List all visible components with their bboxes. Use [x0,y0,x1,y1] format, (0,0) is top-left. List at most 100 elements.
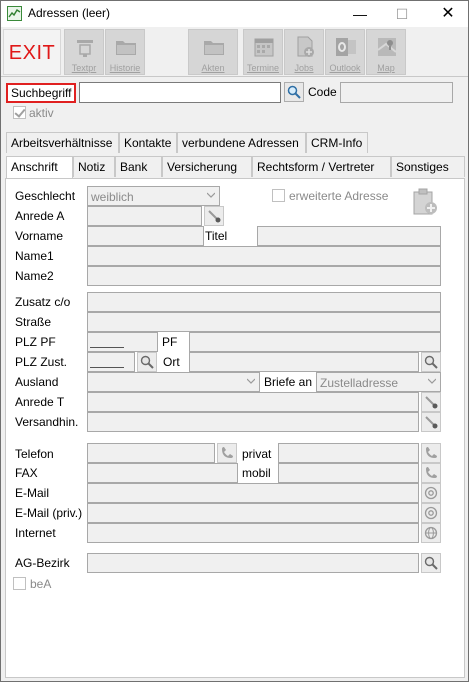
chevron-down-icon [247,378,255,384]
tab-notiz[interactable]: Notiz [73,156,115,177]
exit-button[interactable]: EXIT [3,29,61,75]
tab-sonstiges[interactable]: Sonstiges [391,156,465,177]
name2-field[interactable] [87,266,441,286]
tab-bank[interactable]: Bank [115,156,162,177]
briefe-an-select[interactable]: Zustelladresse [316,372,441,392]
jobs-button[interactable]: Jobs [284,29,324,75]
code-field[interactable] [340,82,453,103]
internet-label: Internet [15,526,56,540]
app-chart-icon [7,6,22,21]
ort-field[interactable] [189,352,419,372]
search-icon [424,355,438,369]
name1-field[interactable] [87,246,441,266]
anrede-t-lookup-button[interactable] [421,392,441,412]
close-button[interactable]: ✕ [428,1,468,27]
titel-label: Titel [205,229,228,243]
internet-field[interactable] [87,523,419,543]
termine-button[interactable]: Termine [243,29,283,75]
maximize-button[interactable]: ☐ [382,1,422,27]
pen-icon [425,396,438,409]
erweiterte-adresse-label: erweiterte Adresse [289,189,389,203]
tab-verbundene-adressen[interactable]: verbundene Adressen [177,132,306,153]
geschlecht-value: weiblich [91,190,134,204]
tab-crm-info[interactable]: CRM-Info [306,132,368,153]
title-bar: Adressen (leer) — ☐ ✕ [1,1,468,27]
toolbar: EXIT Textpr Historie Akten Termine Jobs … [1,27,468,77]
versandhin-field[interactable] [87,412,419,432]
clipboard-add-icon [413,188,437,215]
anrede-a-lookup-button[interactable] [204,206,224,226]
titel-field[interactable] [257,226,441,246]
outlook-button[interactable]: Outlook [325,29,365,75]
ag-bezirk-search-button[interactable] [421,553,441,573]
chevron-down-icon [207,192,215,198]
fax-field[interactable] [87,463,238,483]
erweiterte-adresse-checkbox[interactable] [272,189,285,202]
minimize-button[interactable]: — [340,1,380,27]
tab-kontakte[interactable]: Kontakte [119,132,177,153]
tab-versicherung[interactable]: Versicherung [162,156,252,177]
privat-field[interactable] [278,443,419,463]
plz-mask [90,367,124,368]
plz-mask [90,347,124,348]
pen-icon [425,416,438,429]
telefon-dial-button[interactable] [217,443,237,463]
plz-zust-field[interactable] [87,352,135,372]
text-template-icon [77,40,93,57]
anrede-a-label: Anrede A [15,209,65,223]
bea-label: beA [30,577,52,591]
historie-label: Historie [109,63,141,73]
termine-label: Termine [246,63,279,73]
folder-icon [204,41,224,55]
anrede-a-field[interactable] [87,206,202,226]
telefon-field[interactable] [87,443,215,463]
akten-label: Akten [201,63,225,73]
search-label: Suchbegriff [6,83,76,103]
textpr-button[interactable]: Textpr [64,29,104,75]
ort-label: Ort [163,355,180,369]
tab-arbeitsverhaeltnisse[interactable]: Arbeitsverhältnisse [6,132,119,153]
strasse-field[interactable] [87,312,441,332]
pf-field[interactable] [189,332,441,352]
geschlecht-select[interactable]: weiblich [87,186,220,206]
zusatz-field[interactable] [87,292,441,312]
ausland-select[interactable] [87,372,260,392]
ag-bezirk-field[interactable] [87,553,419,573]
strasse-label: Straße [15,315,52,329]
email-label: E-Mail [15,486,50,500]
bea-checkbox[interactable] [13,577,26,590]
plz-pf-label: PLZ PF [15,335,56,349]
map-label: Map [377,63,395,73]
plz-search-button[interactable] [137,352,157,372]
search-icon [287,85,301,99]
tab-anschrift[interactable]: Anschrift [6,156,73,178]
search-input[interactable] [79,82,281,103]
versandhin-lookup-button[interactable] [421,412,441,432]
mobil-field[interactable] [278,463,419,483]
pen-icon [208,210,221,223]
email-send-button[interactable] [421,483,441,503]
email-field[interactable] [87,483,419,503]
akten-button[interactable]: Akten [188,29,238,75]
search-button[interactable] [284,82,304,102]
privat-dial-button[interactable] [421,443,441,463]
internet-open-button[interactable] [421,523,441,543]
clipboard-add-button[interactable] [410,187,440,217]
mobil-dial-button[interactable] [421,463,441,483]
ort-search-button[interactable] [421,352,441,372]
aktiv-checkbox[interactable] [13,106,26,119]
email-priv-label: E-Mail (priv.) [15,506,83,520]
phone-icon [222,447,233,458]
map-button[interactable]: Map [366,29,406,75]
historie-button[interactable]: Historie [105,29,145,75]
outlook-icon [336,38,356,56]
globe-icon [424,526,438,540]
email-priv-field[interactable] [87,503,419,523]
anrede-t-field[interactable] [87,392,419,412]
phone-icon [426,467,437,478]
email-priv-send-button[interactable] [421,503,441,523]
vorname-field[interactable] [87,226,204,246]
briefe-an-value: Zustelladresse [320,376,399,390]
plz-pf-field[interactable] [87,332,158,352]
tab-rechtsform-vertreter[interactable]: Rechtsform / Vertreter [252,156,391,177]
